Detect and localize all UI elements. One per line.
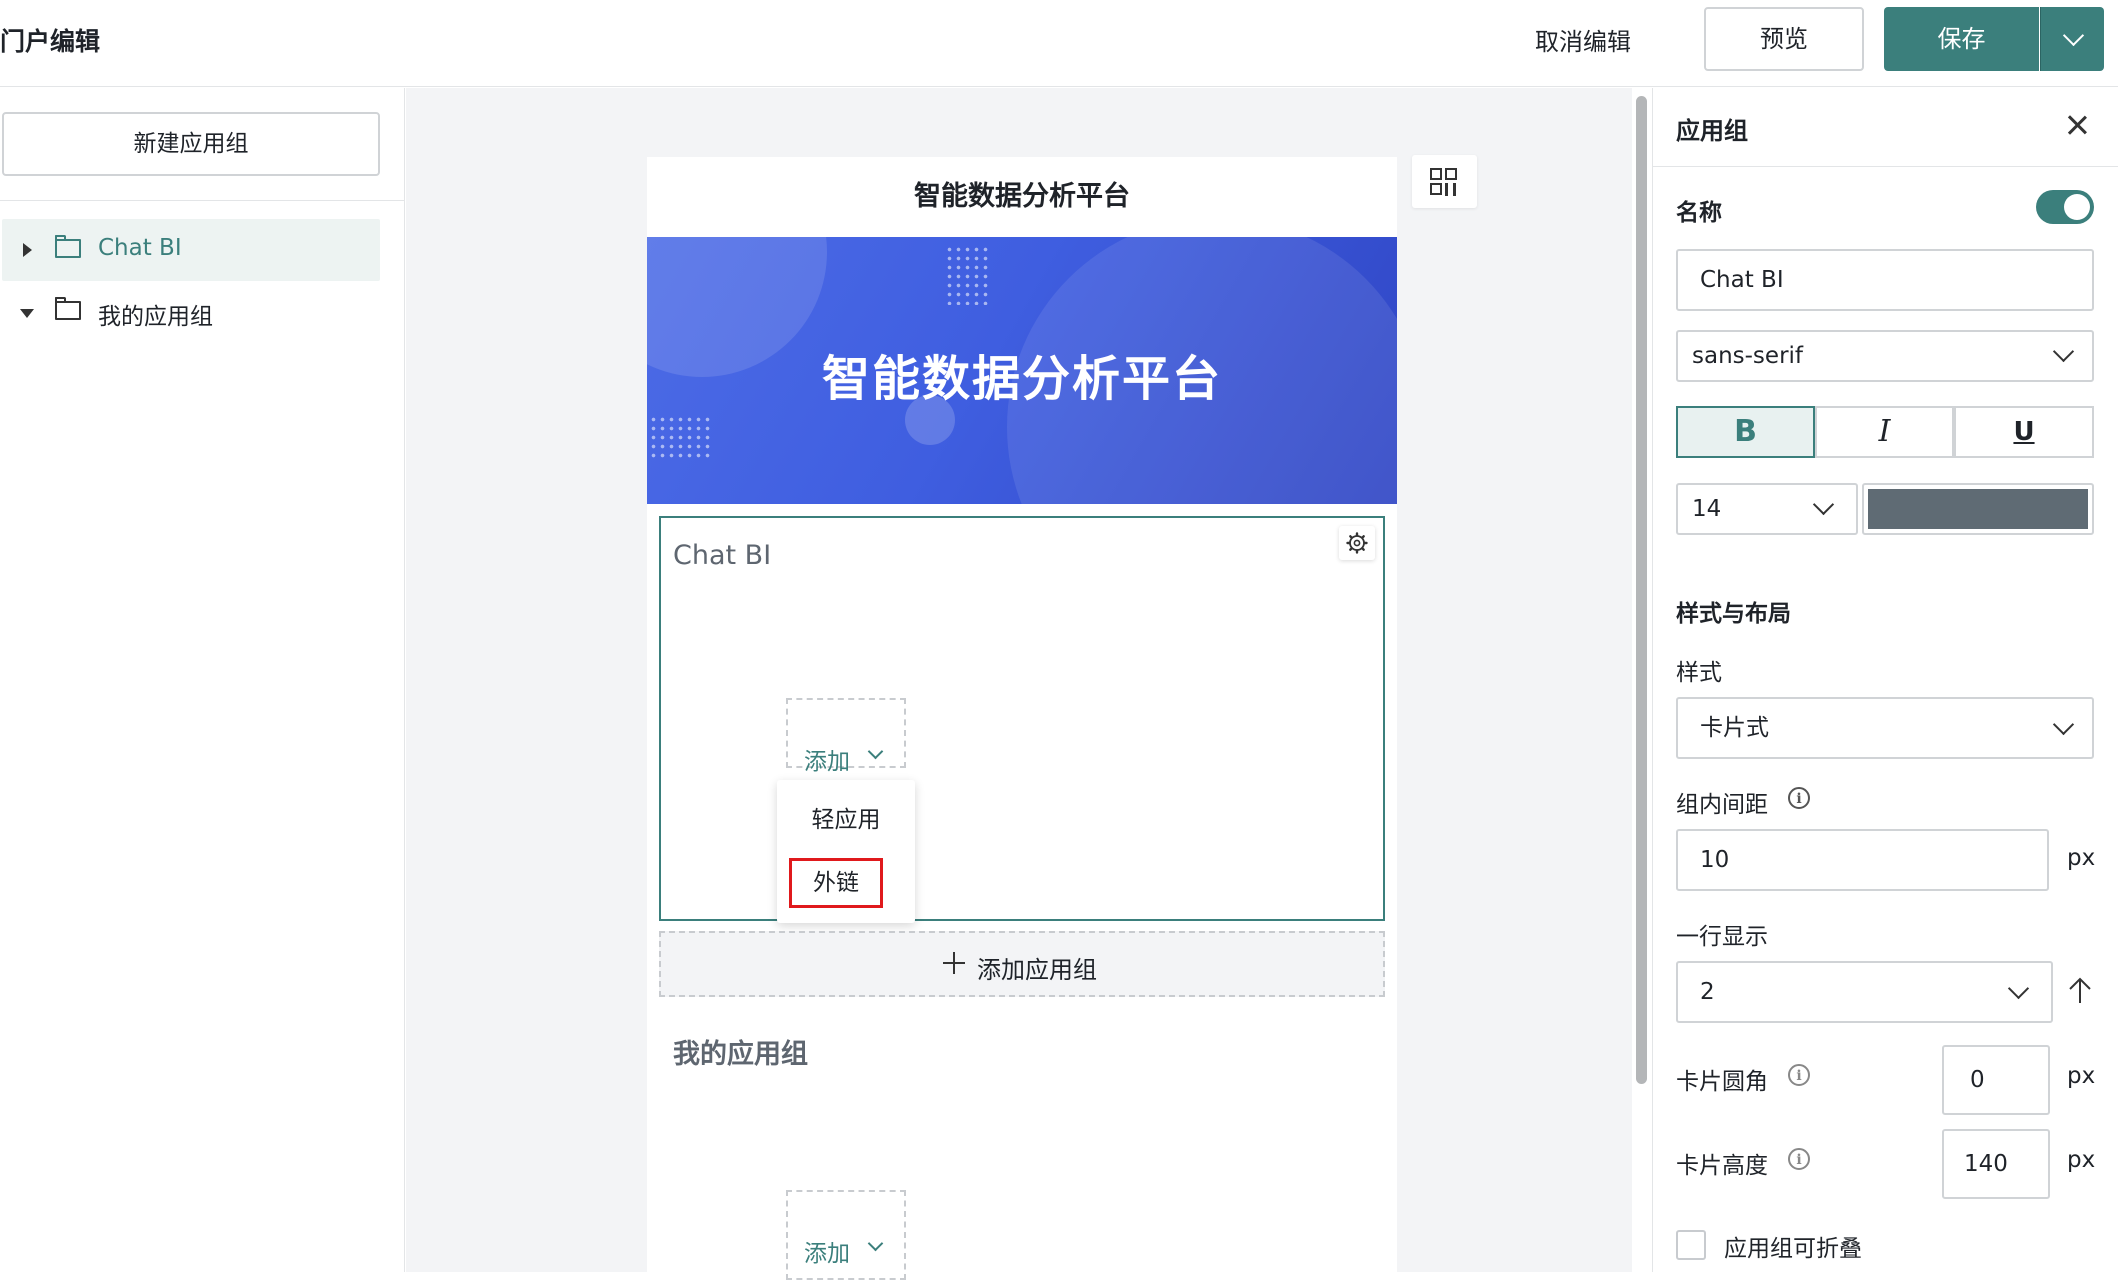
- banner-decoration: [649, 415, 711, 460]
- portal-title: 智能数据分析平台: [914, 181, 1130, 212]
- card-height-input[interactable]: 140: [1942, 1129, 2050, 1199]
- tree-item-label: 我的应用组: [98, 304, 213, 330]
- layout-grid-button[interactable]: [1412, 155, 1477, 208]
- scrollbar-thumb[interactable]: [1636, 96, 1647, 1084]
- font-color-picker[interactable]: [1862, 483, 2094, 535]
- italic-button[interactable]: I: [1815, 406, 1954, 458]
- per-row-select[interactable]: 2: [1676, 961, 2053, 1023]
- info-icon[interactable]: i: [1788, 787, 1810, 809]
- portal-banner[interactable]: 智能数据分析平台: [647, 237, 1397, 504]
- card-radius-label: 卡片圆角: [1676, 1069, 1768, 1095]
- tree-item-my-app-group[interactable]: 我的应用组: [2, 281, 380, 343]
- add-label: 添加: [804, 1241, 850, 1267]
- group-gap-label: 组内间距: [1676, 792, 1768, 818]
- color-swatch: [1868, 489, 2088, 529]
- style-select[interactable]: 卡片式: [1676, 697, 2094, 759]
- info-icon[interactable]: i: [1788, 1148, 1810, 1170]
- per-row-label: 一行显示: [1676, 924, 1768, 950]
- chevron-down-icon: [1812, 493, 1835, 516]
- new-app-group-button[interactable]: 新建应用组: [2, 112, 380, 176]
- font-family-select[interactable]: sans-serif: [1676, 330, 2094, 382]
- style-value: 卡片式: [1700, 715, 1769, 741]
- chevron-down-icon: [2062, 24, 2085, 47]
- divider: [1652, 166, 2118, 167]
- chevron-down-icon: [867, 1235, 884, 1252]
- unit-label: px: [2067, 845, 2096, 871]
- unit-label: px: [2067, 1063, 2096, 1089]
- caret-right-icon[interactable]: [23, 243, 32, 257]
- save-button[interactable]: 保存: [1884, 7, 2039, 71]
- tree-item-chat-bi[interactable]: Chat BI: [2, 219, 380, 281]
- cancel-edit-button[interactable]: 取消编辑: [1535, 22, 1631, 62]
- page-title: 门户编辑: [0, 27, 101, 56]
- app-group-title: Chat BI: [673, 540, 772, 571]
- chevron-down-icon: [867, 743, 884, 760]
- per-row-value: 2: [1700, 979, 1715, 1005]
- chevron-down-icon: [2007, 977, 2030, 1000]
- name-label: 名称: [1676, 200, 1722, 226]
- folder-icon: [54, 235, 81, 258]
- banner-decoration: [945, 245, 990, 305]
- menu-item-external-link[interactable]: 外链: [789, 858, 883, 908]
- save-dropdown-button[interactable]: [2040, 7, 2104, 71]
- gear-icon: [1346, 532, 1368, 554]
- info-icon[interactable]: i: [1788, 1064, 1810, 1086]
- chevron-down-icon: [2052, 340, 2075, 363]
- font-size-value: 14: [1692, 496, 1722, 522]
- plus-icon: [943, 952, 965, 974]
- group-gap-input[interactable]: 10: [1676, 829, 2049, 891]
- collapsible-label: 应用组可折叠: [1724, 1236, 1862, 1262]
- app-group-title: 我的应用组: [673, 1039, 808, 1070]
- group-settings-button[interactable]: [1339, 526, 1375, 560]
- add-label: 添加: [804, 749, 850, 775]
- underline-button[interactable]: U: [1954, 406, 2094, 458]
- folder-open-icon: [54, 297, 81, 320]
- unit-label: px: [2067, 1147, 2096, 1173]
- chevron-down-icon: [2052, 713, 2075, 736]
- add-app-group-label: 添加应用组: [977, 956, 1097, 984]
- preview-button[interactable]: 预览: [1704, 7, 1864, 71]
- card-radius-input[interactable]: 0: [1942, 1045, 2050, 1115]
- collapsible-checkbox[interactable]: [1676, 1230, 1706, 1260]
- add-app-button[interactable]: 添加: [786, 698, 906, 775]
- menu-item-light-app[interactable]: 轻应用: [777, 798, 915, 842]
- banner-title: 智能数据分析平台: [821, 351, 1222, 407]
- add-app-button[interactable]: 添加: [786, 1190, 906, 1280]
- font-size-select[interactable]: 14: [1676, 483, 1858, 535]
- arrow-up-icon[interactable]: [2068, 977, 2092, 1005]
- font-family-value: sans-serif: [1692, 343, 1804, 369]
- toggle-knob: [2064, 194, 2090, 220]
- card-height-label: 卡片高度: [1676, 1153, 1768, 1179]
- close-icon[interactable]: [2062, 111, 2092, 141]
- name-input[interactable]: Chat BI: [1676, 249, 2094, 311]
- tree-item-label: Chat BI: [98, 235, 182, 261]
- bold-button[interactable]: B: [1676, 406, 1815, 458]
- app-group-card[interactable]: [659, 516, 1385, 921]
- section-title: 样式与布局: [1676, 601, 1791, 627]
- divider: [0, 200, 405, 201]
- caret-down-icon[interactable]: [20, 309, 34, 318]
- panel-title: 应用组: [1676, 117, 1748, 145]
- style-label: 样式: [1676, 660, 1722, 686]
